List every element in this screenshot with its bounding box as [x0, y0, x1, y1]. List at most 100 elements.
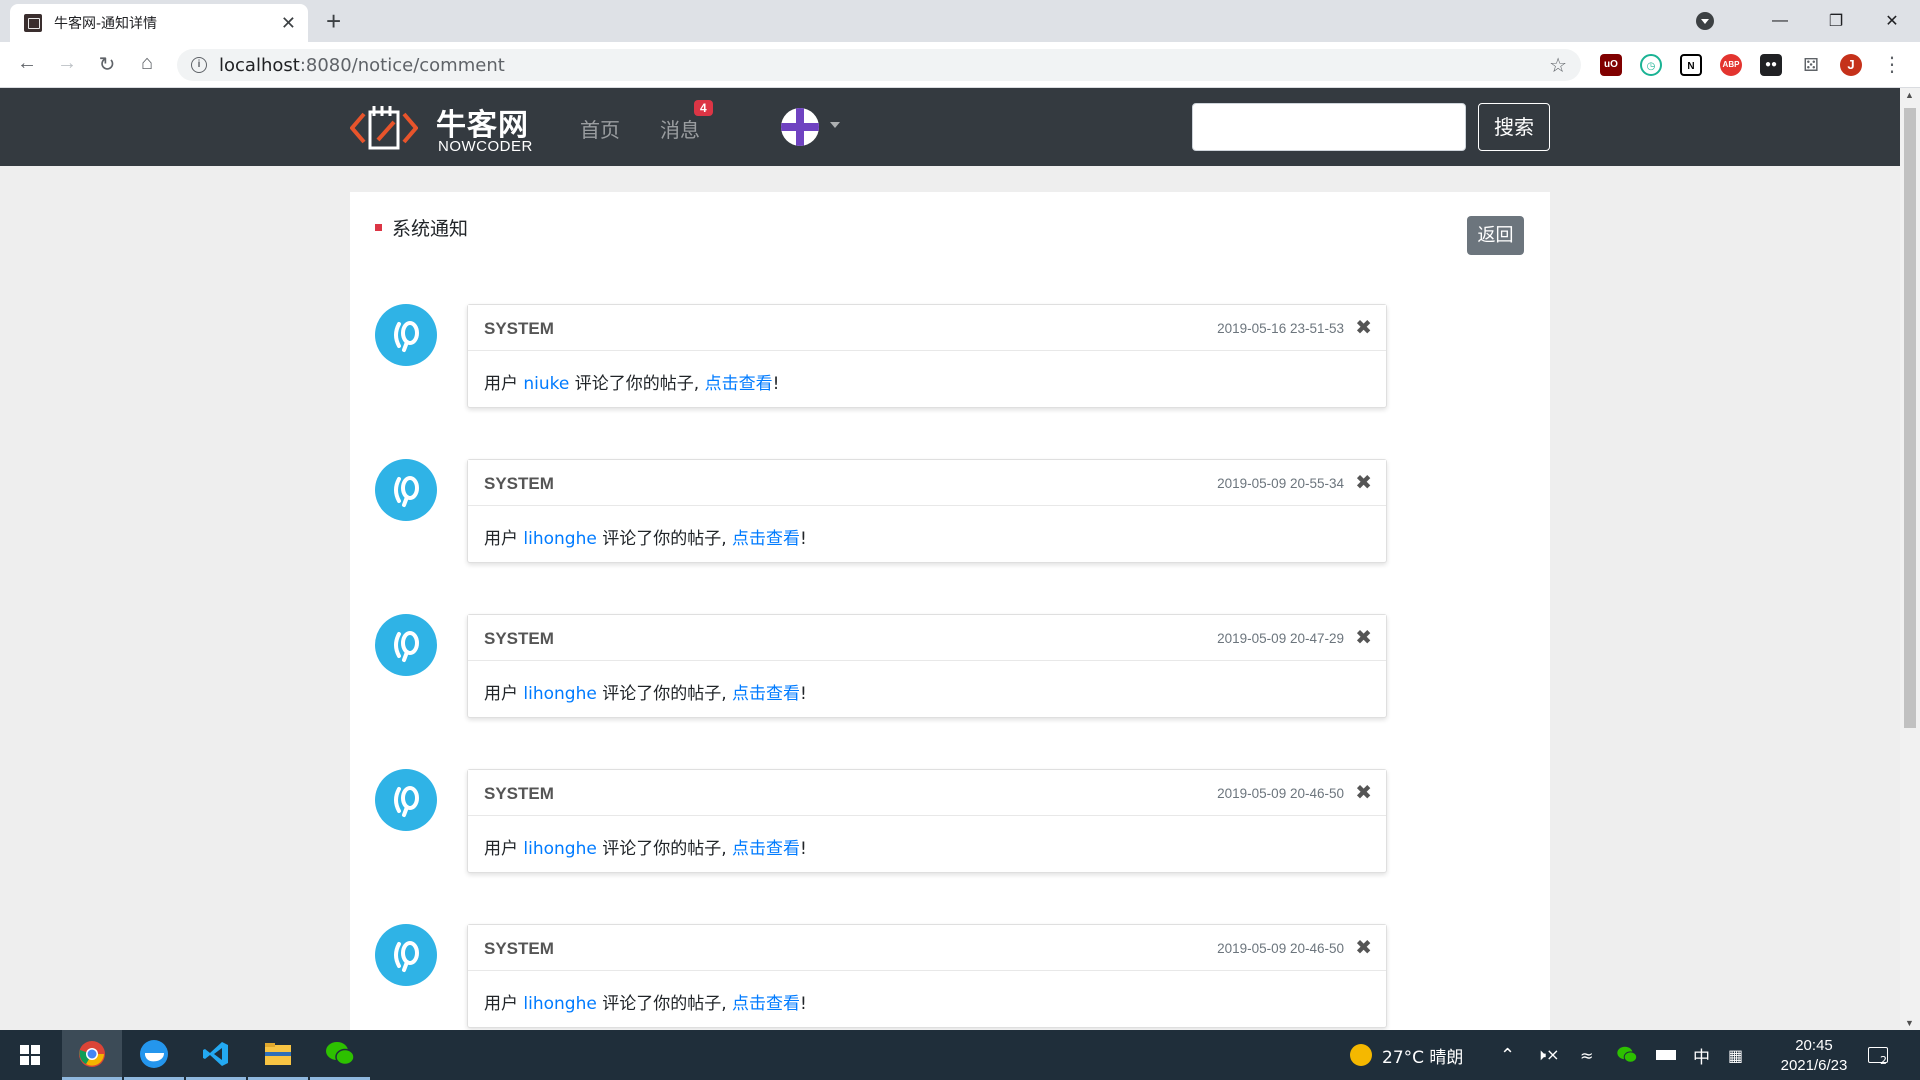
forward-arrow-icon[interactable]: → — [54, 52, 80, 75]
notice-sender: SYSTEM — [484, 474, 554, 493]
nowcoder-favicon-icon — [24, 14, 42, 32]
ime-indicator[interactable]: 中 — [1693, 1030, 1710, 1080]
notice-content: 用户 lihonghe 评论了你的帖子, 点击查看! — [484, 679, 807, 704]
notice-prefix: 用户 — [484, 374, 518, 394]
notice-prefix: 用户 — [484, 994, 518, 1014]
clock-time: 20:45 — [1795, 1037, 1833, 1054]
scroll-up-arrow-icon[interactable]: ▲ — [1905, 90, 1914, 100]
minimize-button[interactable]: — — [1752, 12, 1808, 30]
back-button[interactable]: 返回 — [1467, 216, 1524, 255]
delete-notice-icon[interactable]: ✖ — [1355, 935, 1372, 960]
taskbar-wechat[interactable] — [310, 1030, 370, 1080]
address-bar[interactable]: i localhost:8080/notice/comment ☆ — [177, 49, 1581, 81]
notice-header: SYSTEM 2019-05-16 23-51-53 ✖ — [468, 305, 1386, 351]
notice-user-link[interactable]: lihonghe — [523, 994, 596, 1014]
close-window-button[interactable]: ✕ — [1864, 11, 1920, 31]
browser-toolbar: ← → ↻ ⌂ i localhost:8080/notice/comment … — [0, 42, 1920, 88]
tray-wechat-icon[interactable] — [1616, 1030, 1638, 1080]
start-button[interactable] — [0, 1030, 60, 1080]
notice-suffix: ! — [800, 684, 807, 704]
clock-date: 2021/6/23 — [1780, 1057, 1848, 1074]
network-icon[interactable]: ≈ — [1580, 1030, 1593, 1080]
notice-content: 用户 lihonghe 评论了你的帖子, 点击查看! — [484, 989, 807, 1014]
notice-item: SYSTEM 2019-05-09 20-46-50 ✖ 用户 lihonghe… — [375, 924, 1435, 1028]
notice-user-link[interactable]: lihonghe — [523, 839, 596, 859]
taskbar-vscode[interactable] — [186, 1030, 246, 1080]
bookmark-star-icon[interactable]: ☆ — [1549, 53, 1567, 78]
view-post-link[interactable]: 点击查看 — [732, 994, 800, 1014]
notice-item: SYSTEM 2019-05-09 20-47-29 ✖ 用户 lihonghe… — [375, 614, 1435, 718]
notion-extension-icon[interactable]: N — [1680, 54, 1702, 76]
notice-user-link[interactable]: lihonghe — [523, 529, 596, 549]
notice-prefix: 用户 — [484, 839, 518, 859]
weather-text: 27°C 晴朗 — [1382, 1047, 1464, 1068]
ime-mode-icon[interactable]: ▦ — [1728, 1030, 1743, 1080]
home-icon[interactable]: ⌂ — [134, 52, 160, 75]
notice-message: 评论了你的帖子, — [602, 839, 727, 859]
notice-message: 评论了你的帖子, — [574, 374, 700, 394]
user-avatar[interactable] — [781, 108, 819, 146]
system-avatar-icon — [375, 304, 437, 366]
scroll-thumb[interactable] — [1904, 108, 1916, 728]
page-viewport: 牛客网 NOWCODER 首页 消息 4 搜索 系统通知 返回 SYSTEM 2… — [0, 88, 1900, 1030]
search-button[interactable]: 搜索 — [1478, 103, 1550, 151]
section-title: 系统通知 — [375, 214, 468, 241]
notice-item: SYSTEM 2019-05-09 20-46-50 ✖ 用户 lihonghe… — [375, 769, 1435, 873]
section-title-text: 系统通知 — [392, 218, 469, 240]
user-menu-caret-icon[interactable] — [830, 122, 840, 128]
url-path: :8080/notice/comment — [299, 54, 505, 76]
nav-messages[interactable]: 消息 — [660, 114, 700, 143]
notice-user-link[interactable]: lihonghe — [523, 684, 596, 704]
notice-user-link[interactable]: niuke — [523, 374, 569, 394]
browser-tab[interactable]: 牛客网-通知详情 ✕ — [10, 4, 308, 42]
delete-notice-icon[interactable]: ✖ — [1355, 625, 1372, 650]
notice-header: SYSTEM 2019-05-09 20-55-34 ✖ — [468, 460, 1386, 506]
clock-extension-icon[interactable]: ◷ — [1640, 54, 1662, 76]
search-input[interactable] — [1192, 103, 1466, 151]
logo-text-en: NOWCODER — [438, 138, 533, 155]
tampermonkey-extension-icon[interactable]: ●● — [1760, 54, 1782, 76]
notice-sender: SYSTEM — [484, 629, 554, 648]
taskbar-chrome[interactable] — [62, 1030, 122, 1080]
view-post-link[interactable]: 点击查看 — [732, 839, 800, 859]
back-arrow-icon[interactable]: ← — [14, 52, 40, 75]
taskbar-docker[interactable] — [124, 1030, 184, 1080]
profile-avatar[interactable]: J — [1840, 54, 1862, 76]
view-post-link[interactable]: 点击查看 — [705, 374, 773, 394]
weather-widget[interactable]: 27°C 晴朗 — [1350, 1030, 1463, 1080]
tray-chevron-icon[interactable]: ⌃ — [1500, 1030, 1515, 1080]
notice-sender: SYSTEM — [484, 939, 554, 958]
restore-button[interactable]: ❐ — [1808, 11, 1864, 31]
browser-menu-icon[interactable]: ⋮ — [1882, 52, 1902, 77]
scroll-down-arrow-icon[interactable]: ▼ — [1905, 1018, 1914, 1028]
ublock-extension-icon[interactable]: uO — [1600, 54, 1622, 76]
page-scrollbar[interactable]: ▲ ▼ — [1900, 88, 1920, 1030]
tab-search-icon[interactable] — [1696, 12, 1714, 30]
notice-item: SYSTEM 2019-05-16 23-51-53 ✖ 用户 niuke 评论… — [375, 304, 1435, 408]
nav-home[interactable]: 首页 — [580, 114, 620, 143]
site-info-icon[interactable]: i — [191, 57, 207, 73]
taskbar-file-explorer[interactable] — [248, 1030, 308, 1080]
delete-notice-icon[interactable]: ✖ — [1355, 780, 1372, 805]
site-header: 牛客网 NOWCODER 首页 消息 4 搜索 — [0, 88, 1900, 166]
notice-sender: SYSTEM — [484, 784, 554, 803]
new-tab-button[interactable]: + — [326, 6, 341, 37]
view-post-link[interactable]: 点击查看 — [732, 684, 800, 704]
nowcoder-logo[interactable]: 牛客网 NOWCODER — [350, 98, 540, 156]
notice-card: SYSTEM 2019-05-09 20-55-34 ✖ 用户 lihonghe… — [467, 459, 1387, 563]
close-tab-icon[interactable]: ✕ — [281, 13, 296, 34]
weather-sun-icon — [1350, 1044, 1372, 1066]
volume-muted-icon[interactable]: 🕨× — [1536, 1030, 1560, 1080]
delete-notice-icon[interactable]: ✖ — [1355, 315, 1372, 340]
adblock-plus-extension-icon[interactable]: ABP — [1720, 54, 1742, 76]
browser-tab-strip: 牛客网-通知详情 ✕ + — ❐ ✕ — [0, 0, 1920, 42]
notification-center-icon[interactable]: 2 — [1868, 1030, 1888, 1080]
notice-suffix: ! — [800, 839, 807, 859]
delete-notice-icon[interactable]: ✖ — [1355, 470, 1372, 495]
reload-icon[interactable]: ↻ — [94, 52, 120, 77]
taskbar-clock[interactable]: 20:45 2021/6/23 — [1768, 1036, 1860, 1076]
notice-message: 评论了你的帖子, — [602, 529, 727, 549]
extensions-puzzle-icon[interactable]: ⚄ — [1800, 54, 1822, 76]
battery-icon[interactable] — [1656, 1030, 1676, 1080]
view-post-link[interactable]: 点击查看 — [732, 529, 800, 549]
